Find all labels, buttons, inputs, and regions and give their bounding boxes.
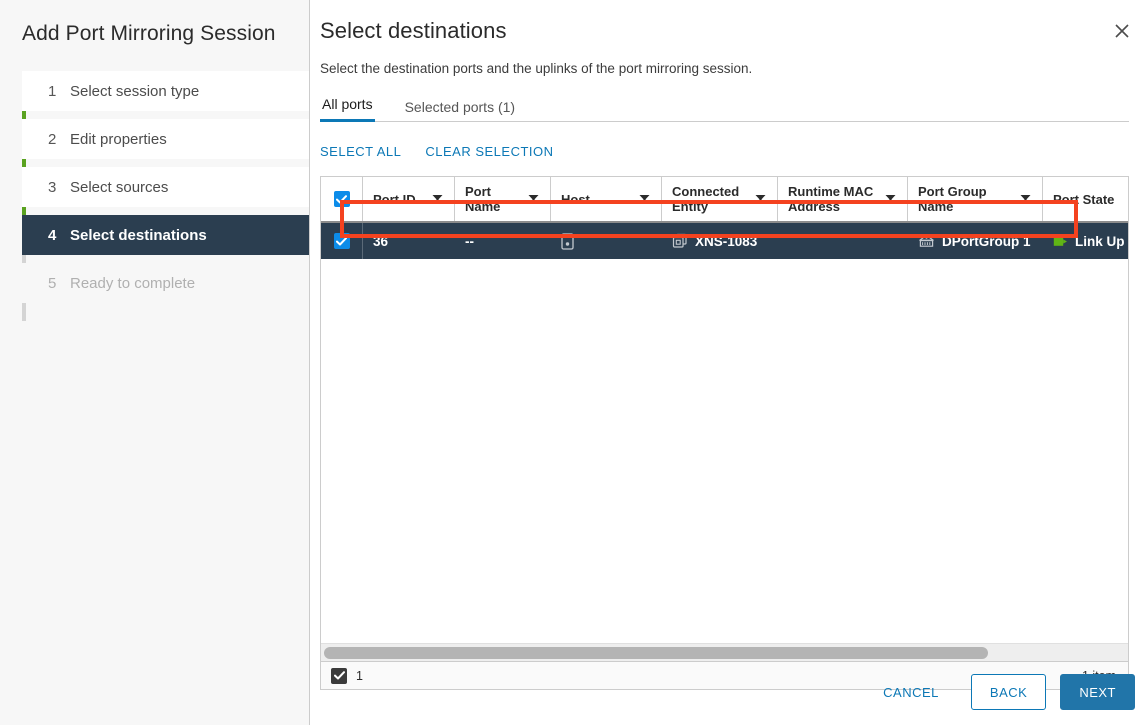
row-checkbox[interactable] bbox=[334, 233, 350, 249]
grid-header-port-state[interactable]: Port State bbox=[1043, 177, 1129, 221]
column-label: Port Group Name bbox=[918, 184, 1014, 214]
wizard-step-select-session-type[interactable]: 1 Select session type bbox=[22, 71, 309, 111]
content-pane: Select destinations Select the destinati… bbox=[310, 0, 1147, 725]
step-number: 3 bbox=[48, 179, 70, 196]
column-label: Port Name bbox=[465, 184, 522, 214]
grid-action-links: SELECT ALL CLEAR SELECTION bbox=[320, 140, 1147, 162]
column-label: Host bbox=[561, 192, 633, 207]
back-button[interactable]: BACK bbox=[971, 674, 1046, 710]
select-all-checkbox[interactable] bbox=[334, 191, 350, 207]
wizard-step-ready-to-complete: 5 Ready to complete bbox=[22, 263, 309, 303]
grid-empty-area bbox=[321, 259, 1129, 652]
grid-scroll-viewport: Port ID Port Name Host bbox=[321, 177, 1129, 661]
wizard-step-edit-properties[interactable]: 2 Edit properties bbox=[22, 119, 309, 159]
step-number: 2 bbox=[48, 131, 70, 148]
step-label: Select sources bbox=[70, 179, 168, 196]
ports-datagrid: Port ID Port Name Host bbox=[320, 176, 1129, 661]
virtual-machine-icon bbox=[672, 233, 688, 249]
column-label: Port State bbox=[1053, 192, 1129, 207]
page-title: Select destinations bbox=[320, 18, 1147, 44]
host-icon bbox=[561, 233, 574, 250]
step-number: 1 bbox=[48, 83, 70, 100]
filter-icon[interactable] bbox=[755, 192, 767, 207]
content-header: Select destinations Select the destinati… bbox=[310, 0, 1147, 76]
cancel-button[interactable]: CANCEL bbox=[865, 674, 957, 710]
cell-connected-entity: XNS-1083 bbox=[662, 223, 778, 259]
wizard-step-select-sources[interactable]: 3 Select sources bbox=[22, 167, 309, 207]
filter-icon[interactable] bbox=[432, 192, 444, 207]
step-number: 4 bbox=[48, 227, 70, 244]
cell-connected-entity-value: XNS-1083 bbox=[695, 234, 757, 249]
tab-all-ports[interactable]: All ports bbox=[320, 96, 375, 122]
filter-icon[interactable] bbox=[885, 192, 897, 207]
step-number: 5 bbox=[48, 275, 70, 292]
cell-port-group-name: DPortGroup 1 bbox=[908, 223, 1043, 259]
page-subtitle: Select the destination ports and the upl… bbox=[320, 61, 1147, 76]
grid-header-connected-entity[interactable]: Connected Entity bbox=[662, 177, 778, 221]
cell-runtime-mac-address bbox=[778, 223, 908, 259]
wizard-sidebar: Add Port Mirroring Session 1 Select sess… bbox=[0, 0, 310, 725]
cell-host bbox=[551, 223, 662, 259]
link-up-icon bbox=[1053, 235, 1068, 248]
select-all-link[interactable]: SELECT ALL bbox=[320, 144, 401, 159]
next-button[interactable]: NEXT bbox=[1060, 674, 1135, 710]
cell-port-state: Link Up bbox=[1043, 223, 1129, 259]
grid-header-host[interactable]: Host bbox=[551, 177, 662, 221]
grid-header-port-name[interactable]: Port Name bbox=[455, 177, 551, 221]
port-mirroring-wizard-dialog: Add Port Mirroring Session 1 Select sess… bbox=[0, 0, 1147, 725]
row-select-cell bbox=[321, 223, 363, 259]
dialog-footer-buttons: CANCEL BACK NEXT bbox=[865, 674, 1147, 710]
column-label: Connected Entity bbox=[672, 184, 749, 214]
step-label: Select destinations bbox=[70, 227, 207, 244]
wizard-title: Add Port Mirroring Session bbox=[0, 0, 309, 47]
step-label: Edit properties bbox=[70, 131, 167, 148]
filter-icon[interactable] bbox=[639, 192, 651, 207]
grid-header-port-id[interactable]: Port ID bbox=[363, 177, 455, 221]
close-icon[interactable] bbox=[1109, 18, 1135, 44]
grid-header-port-group-name[interactable]: Port Group Name bbox=[908, 177, 1043, 221]
ports-tablist: All ports Selected ports (1) bbox=[320, 92, 1129, 122]
tab-selected-ports[interactable]: Selected ports (1) bbox=[403, 99, 518, 122]
cell-port-state-value: Link Up bbox=[1075, 234, 1125, 249]
wizard-steps: 1 Select session type 2 Edit properties … bbox=[0, 71, 309, 303]
grid-header-runtime-mac-address[interactable]: Runtime MAC Address bbox=[778, 177, 908, 221]
filter-icon[interactable] bbox=[528, 192, 540, 207]
filter-icon[interactable] bbox=[1020, 192, 1032, 207]
grid-scrollbar-thumb[interactable] bbox=[324, 647, 988, 659]
column-label: Runtime MAC Address bbox=[788, 184, 879, 214]
column-label: Port ID bbox=[373, 192, 426, 207]
footer-selection-checkbox[interactable] bbox=[331, 668, 347, 684]
grid-header-row: Port ID Port Name Host bbox=[321, 177, 1129, 223]
step-label: Ready to complete bbox=[70, 275, 195, 292]
clear-selection-link[interactable]: CLEAR SELECTION bbox=[425, 144, 553, 159]
grid-header-select-all-cell bbox=[321, 177, 363, 221]
footer-selected-count: 1 bbox=[356, 669, 363, 683]
distributed-port-group-icon bbox=[918, 234, 935, 249]
cell-port-group-name-value: DPortGroup 1 bbox=[942, 234, 1031, 249]
table-row[interactable]: 36 -- bbox=[321, 223, 1129, 259]
wizard-step-select-destinations[interactable]: 4 Select destinations bbox=[22, 215, 309, 255]
cell-port-id: 36 bbox=[363, 223, 455, 259]
grid-horizontal-scrollbar[interactable] bbox=[321, 643, 1129, 661]
step-label: Select session type bbox=[70, 83, 199, 100]
cell-port-name: -- bbox=[455, 223, 551, 259]
